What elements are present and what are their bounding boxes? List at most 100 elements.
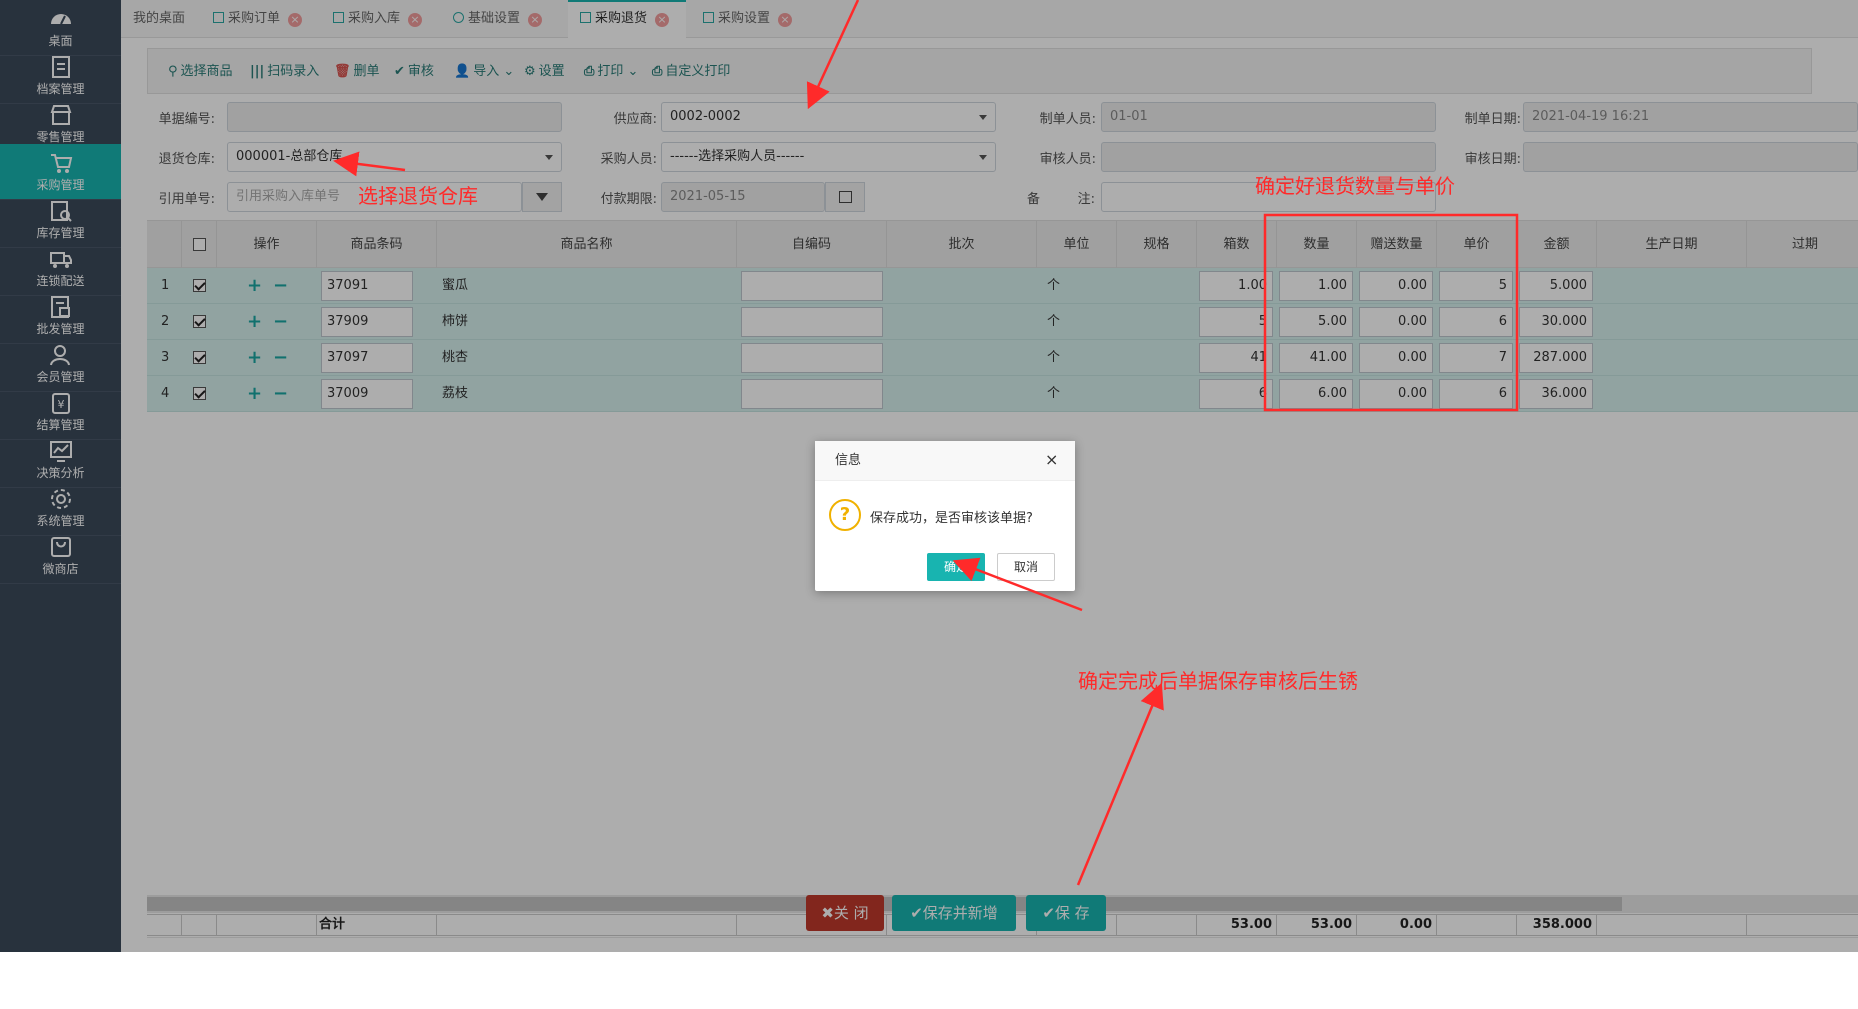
qty-input[interactable]: 1.00	[1279, 271, 1353, 301]
header-select-all[interactable]	[182, 221, 217, 269]
tab-purchase-inbound[interactable]: 采购入库 ×	[321, 0, 439, 37]
close-icon[interactable]: ×	[1045, 452, 1059, 468]
button-label: 导入	[473, 64, 500, 79]
tab-purchase-order[interactable]: 采购订单 ×	[201, 0, 319, 37]
sidebar-item-label: 结算管理	[36, 418, 85, 432]
tab-basic-settings[interactable]: 基础设置 ×	[441, 0, 559, 37]
pay-due-field[interactable]: 2021-05-15	[661, 182, 825, 212]
select-goods-button[interactable]: ⚲ 选择商品	[168, 62, 233, 82]
print-button[interactable]: ⎙ 打印 ⌄	[584, 62, 638, 82]
save-new-button[interactable]: ✔保存并新增	[892, 895, 1016, 931]
code-input[interactable]	[741, 379, 883, 409]
add-row-icon[interactable]: +	[247, 376, 262, 412]
tab-label: 我的桌面	[133, 11, 186, 26]
chevron-down-icon: ⌄	[499, 64, 515, 79]
close-icon[interactable]: ×	[408, 13, 423, 27]
chart-icon	[50, 441, 72, 462]
code-input[interactable]	[741, 343, 883, 373]
gift-input[interactable]: 0.00	[1359, 307, 1433, 337]
calendar-button[interactable]	[825, 182, 865, 212]
warehouse-select[interactable]: 000001-总部仓库	[227, 142, 562, 172]
custom-print-button[interactable]: ⎙ 自定义打印	[652, 62, 730, 82]
row-checkbox[interactable]	[193, 387, 206, 400]
price-input[interactable]: 5	[1439, 271, 1513, 301]
chevron-down-icon: ⌄	[623, 64, 639, 79]
auditor-label: 审核人员:	[1039, 152, 1096, 167]
close-icon[interactable]: ×	[655, 13, 670, 27]
tab-my-desktop[interactable]: 我的桌面	[121, 0, 201, 37]
header-batch: 批次	[887, 221, 1037, 269]
amount-input[interactable]: 30.000	[1519, 307, 1593, 337]
row-checkbox[interactable]	[193, 315, 206, 328]
header-qty: 数量	[1277, 221, 1357, 269]
gift-input[interactable]: 0.00	[1359, 271, 1433, 301]
row-checkbox[interactable]	[193, 351, 206, 364]
boxes-input[interactable]: 41	[1199, 343, 1273, 373]
price-input[interactable]: 6	[1439, 379, 1513, 409]
table-row[interactable]: 1 + − 37091 蜜瓜 个 1.00 1.00 0.00 5 5.000	[147, 268, 1858, 304]
barcode-input[interactable]: 37009	[321, 379, 413, 409]
header-unit: 单位	[1037, 221, 1117, 269]
close-icon[interactable]: ×	[288, 13, 303, 27]
buyer-label: 采购人员:	[600, 152, 657, 167]
filter-button[interactable]	[522, 182, 562, 212]
scrollbar-thumb[interactable]	[147, 897, 1622, 911]
gift-input[interactable]: 0.00	[1359, 379, 1433, 409]
barcode-input[interactable]: 37097	[321, 343, 413, 373]
tab-purchase-return[interactable]: 采购退货 ×	[568, 0, 686, 38]
amount-input[interactable]: 5.000	[1519, 271, 1593, 301]
remove-row-icon[interactable]: −	[273, 376, 288, 412]
supplier-select[interactable]: 0002-0002	[661, 102, 996, 132]
code-input[interactable]	[741, 271, 883, 301]
close-icon[interactable]: ×	[778, 13, 793, 27]
gift-input[interactable]: 0.00	[1359, 343, 1433, 373]
row-checkbox[interactable]	[193, 279, 206, 292]
price-input[interactable]: 6	[1439, 307, 1513, 337]
printer-icon: ⎙	[652, 64, 663, 79]
delete-button[interactable]: 🗑 删单	[334, 62, 380, 82]
remove-row-icon[interactable]: −	[273, 268, 288, 304]
import-button[interactable]: 👤 导入 ⌄	[454, 62, 514, 82]
gear-icon: ⚙	[524, 64, 536, 79]
boxes-input[interactable]: 6	[1199, 379, 1273, 409]
buyer-select[interactable]: ------选择采购人员------	[661, 142, 996, 172]
sidebar-item-microshop[interactable]: 微商店	[0, 528, 121, 584]
boxes-input[interactable]: 1.00	[1199, 271, 1273, 301]
tab-purchase-settings[interactable]: 采购设置 ×	[691, 0, 809, 37]
amount-input[interactable]: 36.000	[1519, 379, 1593, 409]
header-barcode: 商品条码	[317, 221, 437, 269]
close-button[interactable]: ✖关 闭	[806, 895, 884, 931]
total-blank	[1117, 915, 1197, 935]
table-row[interactable]: 2 + − 37909 柿饼 个 5 5.00 0.00 6 30.000	[147, 304, 1858, 340]
save-button[interactable]: ✔保 存	[1026, 895, 1106, 931]
qty-input[interactable]: 41.00	[1279, 343, 1353, 373]
select-all-checkbox[interactable]	[193, 238, 206, 251]
table-icon	[213, 12, 224, 23]
cancel-button[interactable]: 取消	[997, 553, 1055, 581]
confirm-button[interactable]: 确定	[927, 553, 985, 581]
add-row-icon[interactable]: +	[247, 340, 262, 376]
remove-row-icon[interactable]: −	[273, 304, 288, 340]
qty-input[interactable]: 6.00	[1279, 379, 1353, 409]
barcode-input[interactable]: 37091	[321, 271, 413, 301]
amount-input[interactable]: 287.000	[1519, 343, 1593, 373]
close-icon: ✖	[821, 904, 834, 922]
unit-text: 个	[1047, 350, 1061, 365]
qty-input[interactable]: 5.00	[1279, 307, 1353, 337]
settings-button[interactable]: ⚙ 设置	[524, 62, 565, 82]
price-input[interactable]: 7	[1439, 343, 1513, 373]
scan-entry-button[interactable]: ||| 扫码录入	[250, 62, 319, 82]
table-row[interactable]: 3 + − 37097 桃杏 个 41 41.00 0.00 7 287.000	[147, 340, 1858, 376]
close-icon[interactable]: ×	[528, 13, 543, 27]
boxes-input[interactable]: 5	[1199, 307, 1273, 337]
sidebar: 桌面 档案管理 零售管理 采购管理 库存管理 连锁配送 批发管理 会员管理 ¥ …	[0, 0, 121, 952]
audit-button[interactable]: ✔ 审核	[394, 62, 434, 82]
tab-label: 采购入库	[348, 11, 401, 26]
remove-row-icon[interactable]: −	[273, 340, 288, 376]
barcode-input[interactable]: 37909	[321, 307, 413, 337]
code-input[interactable]	[741, 307, 883, 337]
add-row-icon[interactable]: +	[247, 304, 262, 340]
add-row-icon[interactable]: +	[247, 268, 262, 304]
total-blank	[1597, 915, 1747, 935]
table-row[interactable]: 4 + − 37009 荔枝 个 6 6.00 0.00 6 36.000	[147, 376, 1858, 412]
